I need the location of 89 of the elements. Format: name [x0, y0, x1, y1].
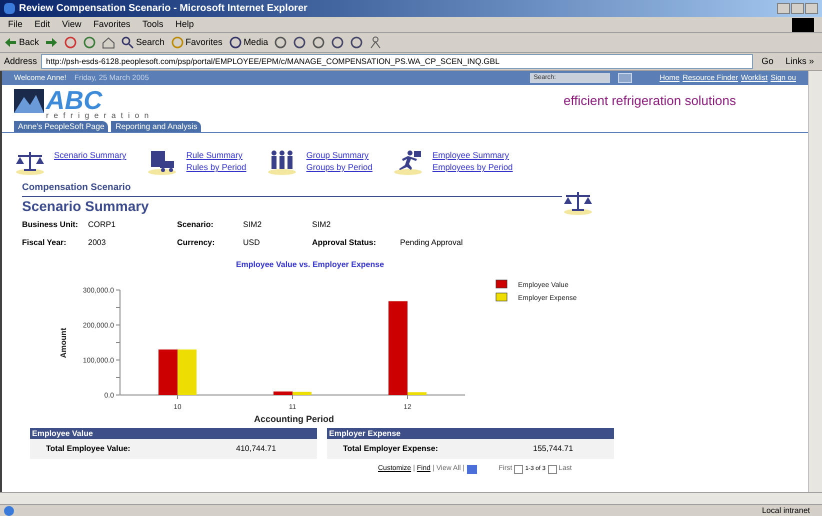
search-button[interactable] — [618, 73, 632, 83]
zone-text: Local intranet — [762, 504, 810, 516]
minimize-icon[interactable] — [777, 3, 790, 14]
chart-title: Employee Value vs. Employer Expense — [236, 260, 384, 270]
axis-title: Amount — [59, 328, 68, 358]
toolbar-button[interactable] — [274, 36, 288, 49]
go-button[interactable]: Go — [757, 54, 778, 68]
scales-icon — [562, 189, 594, 216]
vertical-scrollbar[interactable] — [808, 71, 822, 492]
field-value: SIM2 — [312, 219, 331, 232]
field-label: Fiscal Year: — [22, 237, 68, 250]
menu-item[interactable]: Help — [175, 18, 194, 32]
toolbar-button[interactable]: Media — [228, 36, 268, 50]
runner-icon — [392, 149, 424, 175]
nav-link[interactable]: Rules by Period — [186, 161, 246, 173]
address-label: Address — [4, 54, 38, 68]
legend-swatch — [496, 280, 508, 288]
search-icon — [121, 36, 134, 49]
nav-link[interactable]: Groups by Period — [306, 161, 372, 173]
logo-subtitle: refrigeration — [46, 111, 154, 121]
bar — [178, 350, 196, 396]
field-label: Scenario: — [177, 219, 214, 232]
toolbar-button[interactable] — [350, 36, 364, 49]
nav-link[interactable]: Employees by Period — [432, 161, 513, 173]
scales-icon — [14, 149, 46, 175]
nav-link[interactable]: Employee Summary — [432, 149, 513, 161]
toolbar-button[interactable] — [45, 36, 58, 49]
toolbar-icon — [64, 36, 78, 49]
page-title: Scenario Summary — [22, 197, 150, 216]
field-label: Business Unit: — [22, 219, 80, 232]
person-icon — [369, 36, 382, 49]
arrow-icon — [4, 36, 17, 49]
toolbar-button[interactable] — [102, 36, 116, 49]
toolbar-icon — [274, 36, 288, 49]
house-icon — [102, 36, 116, 49]
links-button[interactable]: Links » — [781, 54, 818, 68]
total-label: Total Employee Value: — [46, 443, 132, 456]
toolbar-icon — [350, 36, 364, 49]
toolbar-button[interactable] — [369, 36, 382, 49]
nav-link[interactable]: Scenario Summary — [54, 149, 126, 161]
field-label: Currency: — [177, 237, 216, 250]
toolbar-icon — [228, 36, 242, 49]
tagline: efficient refrigeration solutions — [564, 92, 736, 110]
field-value: Pending Approval — [400, 237, 463, 250]
toolbar-button[interactable]: Search — [121, 36, 165, 50]
menu-item[interactable]: Tools — [142, 18, 164, 32]
legend-swatch — [496, 293, 508, 302]
logo-image — [14, 89, 44, 113]
field-value: 2003 — [88, 237, 106, 250]
horizontal-scrollbar[interactable] — [0, 492, 822, 504]
menu-item[interactable]: File — [8, 18, 23, 32]
previous-icon[interactable] — [514, 465, 524, 474]
menu-item[interactable]: Favorites — [93, 18, 130, 32]
toolbar-icon — [83, 36, 96, 49]
axis-title: Accounting Period — [254, 414, 334, 424]
nav-link[interactable]: Group Summary — [306, 149, 372, 161]
menu-item[interactable]: Edit — [34, 18, 50, 32]
next-icon[interactable] — [548, 465, 557, 474]
total-value: 155,744.71 — [533, 443, 574, 456]
field-value: CORP1 — [88, 219, 116, 232]
field-label: Approval Status: — [312, 237, 378, 250]
close-icon[interactable] — [805, 3, 818, 14]
toolbar-button[interactable] — [331, 36, 344, 49]
nav-link[interactable]: Rule Summary — [186, 149, 246, 161]
globe-icon — [4, 506, 14, 516]
toolbar-button[interactable] — [64, 36, 78, 49]
toolbar-icon — [331, 36, 344, 49]
portal-tab[interactable]: Reporting and Analysis — [111, 121, 202, 132]
download-icon[interactable] — [466, 465, 477, 474]
browser-icon — [4, 3, 15, 14]
section-caption: Compensation Scenario — [22, 181, 562, 198]
restore-icon[interactable] — [791, 3, 804, 14]
logo-text: ABC — [46, 89, 102, 111]
address-field[interactable]: http://psh-esds-6128.peoplesoft.com/psp/portal/EMPLOYEE/EPM/c/MANAGE_COMPENSATION_PS.WA_CP_SCEN_INQ.GBL — [41, 54, 754, 69]
total-value: 410,744.71 — [236, 443, 276, 456]
window-title: Review Compensation Scenario - Microsoft Internet Explorer — [19, 2, 308, 16]
arrow-icon — [45, 36, 58, 49]
panel-header: Employee Value — [30, 428, 317, 440]
panel-header: Employer Expense — [327, 428, 614, 440]
toolbar-button[interactable]: Favorites — [170, 36, 223, 50]
menu-item[interactable]: View — [62, 18, 82, 32]
bar — [158, 350, 178, 396]
people-icon — [266, 149, 298, 175]
toolbar-button[interactable]: Back — [4, 36, 40, 50]
toolbar-button[interactable] — [83, 36, 96, 49]
portal-tab[interactable]: Anne's PeopleSoft Page — [14, 121, 108, 132]
total-label: Total Employer Expense: — [343, 443, 439, 456]
field-value: SIM2 — [243, 219, 262, 232]
field-value: USD — [243, 237, 260, 250]
